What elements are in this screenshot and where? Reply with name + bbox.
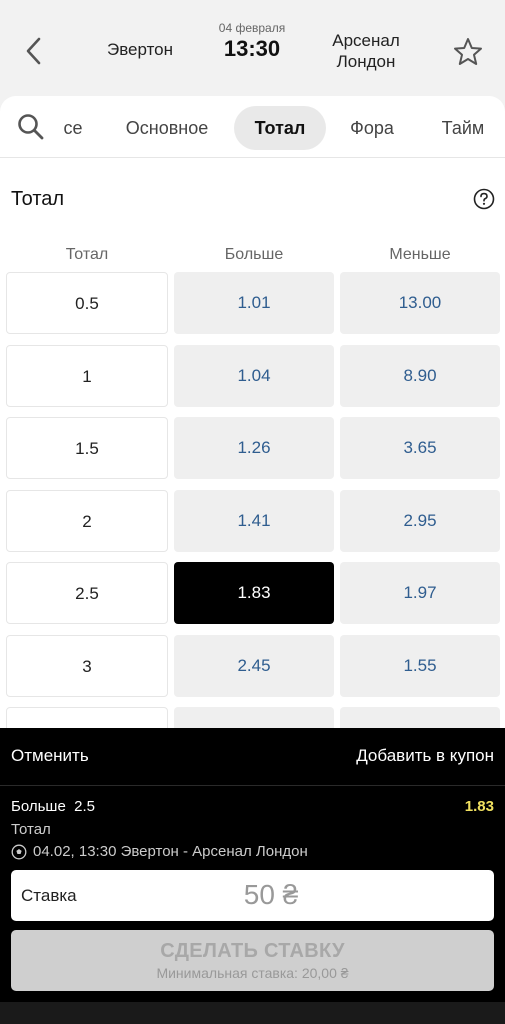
back-button[interactable]: [20, 34, 50, 68]
search-icon[interactable]: [16, 112, 46, 142]
min-stake-text: Минимальная ставка: 20,00 ₴: [156, 965, 349, 981]
bet-odd: 1.83: [464, 798, 494, 815]
tab-partial[interactable]: се: [58, 106, 88, 150]
under-odd-button[interactable]: 13.00: [340, 272, 500, 334]
away-team-name: Арсенал Лондон: [332, 31, 400, 71]
under-odd-button[interactable]: 1.55: [340, 635, 500, 697]
place-bet-button[interactable]: СДЕЛАТЬ СТАВКУ Минимальная ставка: 20,00…: [11, 930, 494, 991]
place-bet-label: СДЕЛАТЬ СТАВКУ: [160, 940, 345, 962]
column-header-over: Больше: [224, 246, 284, 263]
match-time: 13:30: [223, 36, 281, 61]
over-odd-button[interactable]: 1.04: [174, 345, 334, 407]
over-odd-button[interactable]: 1.83: [174, 562, 334, 624]
tab-main[interactable]: Основное: [118, 106, 216, 150]
star-outline-icon: [454, 38, 482, 65]
market-title: Тотал: [11, 188, 65, 210]
over-odd-button[interactable]: 1.01: [174, 272, 334, 334]
over-odd-button[interactable]: [174, 707, 334, 728]
total-line-cell: 1: [6, 345, 168, 407]
over-odd-button[interactable]: 1.41: [174, 490, 334, 552]
bet-slip-actions: Отменить Добавить в купон: [0, 728, 505, 786]
bet-selection: Больше 2.5: [11, 798, 95, 815]
soccer-ball-icon: [11, 844, 27, 859]
tab-half[interactable]: Тайм: [432, 106, 494, 150]
column-header-under: Меньше: [389, 246, 451, 263]
total-line-cell: 2.5: [6, 562, 168, 624]
total-line-cell: 1.5: [6, 417, 168, 479]
total-line-cell: [6, 707, 168, 728]
under-odd-button[interactable]: 3.65: [340, 417, 500, 479]
bet-event-text: 04.02, 13:30 Эвертон - Арсенал Лондон: [33, 843, 308, 860]
bet-market: Тотал: [11, 821, 51, 838]
under-odd-button[interactable]: 2.95: [340, 490, 500, 552]
under-odd-button[interactable]: 8.90: [340, 345, 500, 407]
stake-input[interactable]: [151, 874, 391, 916]
over-odd-button[interactable]: 2.45: [174, 635, 334, 697]
total-line-cell: 2: [6, 490, 168, 552]
bet-slip: Отменить Добавить в купон Больше 2.5 1.8…: [0, 728, 505, 1024]
cancel-button[interactable]: Отменить: [11, 746, 89, 766]
chevron-left-icon: [26, 37, 41, 65]
slip-bottom-strip: [0, 1002, 505, 1024]
total-line-cell: 0.5: [6, 272, 168, 334]
tab-total[interactable]: Тотал: [234, 106, 326, 150]
market-tabs: се Основное Тотал Фора Тайм: [0, 96, 505, 158]
stake-label: Ставка: [21, 886, 77, 905]
add-to-coupon-button[interactable]: Добавить в купон: [356, 746, 494, 766]
stake-field[interactable]: Ставка: [11, 870, 494, 921]
under-odd-button[interactable]: [340, 707, 500, 728]
total-line-cell: 3: [6, 635, 168, 697]
question-circle-icon[interactable]: [473, 188, 495, 210]
under-odd-button[interactable]: 1.97: [340, 562, 500, 624]
column-header-total: Тотал: [65, 246, 109, 263]
favorite-button[interactable]: [452, 36, 484, 68]
over-odd-button[interactable]: 1.26: [174, 417, 334, 479]
tab-handicap[interactable]: Фора: [340, 106, 404, 150]
market-content: Тотал Тотал Больше Меньше 0.5 1.01 13.00 1 1…: [0, 158, 505, 728]
home-team-name: Эвертон: [106, 40, 174, 59]
match-header: Эвертон 04 февраля 13:30 Арсенал Лондон: [0, 0, 505, 90]
match-date: 04 февраля: [218, 21, 286, 35]
bet-event: 04.02, 13:30 Эвертон - Арсенал Лондон: [11, 843, 308, 860]
